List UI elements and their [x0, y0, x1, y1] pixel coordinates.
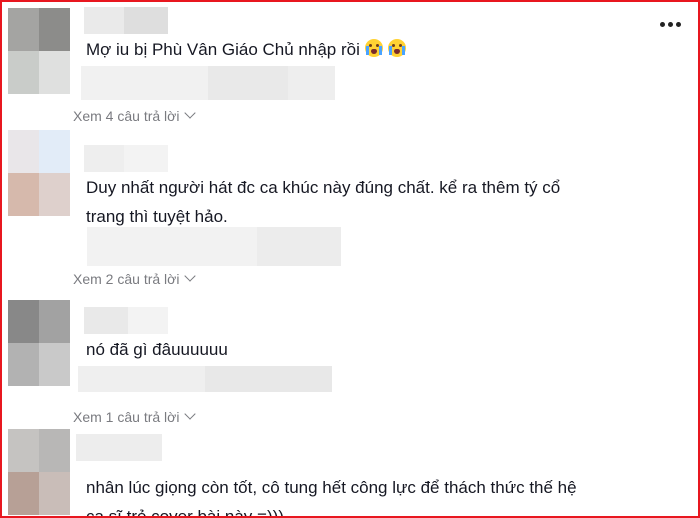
username-blurred[interactable] [84, 145, 168, 172]
username-blurred[interactable] [84, 307, 168, 334]
avatar[interactable] [8, 130, 70, 216]
view-replies-button[interactable]: Xem 4 câu trả lời [73, 107, 197, 124]
comment-text: nó đã gì đâuuuuuu [86, 340, 228, 359]
comment-meta-blurred [87, 227, 341, 266]
avatar[interactable] [8, 429, 70, 515]
comment-meta-blurred [78, 366, 332, 392]
chevron-down-icon [184, 107, 197, 119]
comments-panel: Mợ iu bị Phù Vân Giáo Chủ nhập rồi Xem 4… [0, 0, 700, 518]
more-options-icon[interactable] [656, 12, 684, 36]
loudly-crying-face-emoji [364, 39, 383, 57]
chevron-down-icon [184, 408, 197, 420]
view-replies-button[interactable]: Xem 1 câu trả lời [73, 408, 197, 425]
loudly-crying-face-emoji [387, 39, 406, 57]
view-replies-button[interactable]: Xem 2 câu trả lời [73, 270, 197, 287]
comment-text: Duy nhất người hát đc ca khúc này đúng c… [86, 178, 561, 226]
username-blurred[interactable] [76, 434, 162, 461]
chevron-down-icon [184, 270, 197, 282]
comment-text: Mợ iu bị Phù Vân Giáo Chủ nhập rồi [86, 35, 646, 64]
comment-text: nhân lúc giọng còn tốt, cô tung hết công… [86, 478, 577, 518]
username-blurred[interactable] [84, 7, 168, 34]
avatar[interactable] [8, 8, 70, 94]
comment-meta-blurred [81, 66, 335, 100]
avatar[interactable] [8, 300, 70, 386]
